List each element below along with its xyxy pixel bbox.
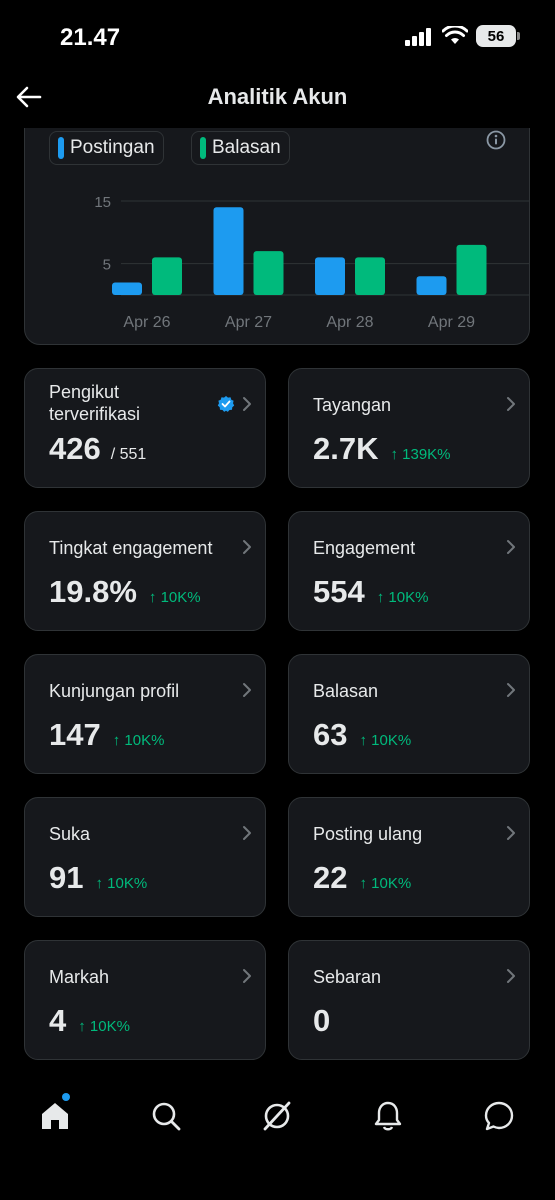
- chevron-right-icon: [243, 683, 251, 697]
- metric-value: 63: [313, 717, 348, 752]
- metric-change: ↑ 139K%: [390, 446, 451, 463]
- metric-label: Sebaran: [313, 967, 382, 987]
- metric-label: Tingkat engagement: [49, 538, 213, 558]
- metric-change: ↑ 10K%: [112, 732, 165, 749]
- chevron-right-icon: [243, 969, 251, 983]
- chevron-right-icon: [507, 397, 515, 411]
- metric-card[interactable]: Markah 4 ↑ 10K%: [24, 940, 266, 1060]
- y-tick-label: 15: [94, 194, 111, 211]
- metric-value-row: 554 ↑ 10K%: [313, 574, 428, 610]
- cellular-signal-icon: [405, 28, 431, 46]
- battery-indicator: 56: [476, 25, 520, 47]
- metric-total: / 551: [110, 446, 147, 463]
- metric-value-row: 22 ↑ 10K%: [313, 860, 411, 896]
- metric-value: 554: [313, 574, 365, 609]
- metric-label: Markah: [49, 967, 110, 987]
- metric-card[interactable]: Tingkat engagement 19.8% ↑ 10K%: [24, 511, 266, 631]
- metric-label: Balasan: [313, 681, 379, 701]
- metric-change: ↑ 10K%: [95, 875, 148, 892]
- chevron-right-icon: [507, 969, 515, 983]
- bar-balasan-0[interactable]: [152, 257, 182, 295]
- metric-value: 91: [49, 860, 84, 895]
- metric-value: 19.8%: [49, 574, 137, 609]
- y-tick-label: 5: [103, 257, 111, 274]
- metric-change: ↑ 10K%: [359, 875, 412, 892]
- notification-dot: [62, 1093, 70, 1101]
- bottom-nav: [0, 1085, 555, 1155]
- bar-chart: 15 5 Apr 26 Apr 27 Apr 28 Apr 29: [94, 194, 529, 331]
- page-title: Analitik Akun: [207, 84, 348, 109]
- metric-label: Posting ulang: [313, 824, 423, 844]
- metric-change: ↑ 10K%: [148, 589, 201, 606]
- metric-card[interactable]: Pengikut terverifikasi 426 / 551: [24, 368, 266, 488]
- chevron-right-icon: [243, 540, 251, 554]
- metric-card[interactable]: Engagement 554 ↑ 10K%: [288, 511, 530, 631]
- status-time: 21.47: [60, 24, 121, 51]
- bar-postingan-1[interactable]: [213, 207, 244, 295]
- chart-card: Postingan Balasan 15 5 Apr 26 Apr 27 Apr 28 A…: [24, 100, 530, 345]
- bar-balasan-2[interactable]: [355, 257, 385, 295]
- metric-label: Kunjungan profil: [49, 681, 180, 701]
- metric-value-row: 426 / 551: [49, 431, 146, 467]
- metric-value-row: 0: [313, 1003, 330, 1039]
- header: Analitik Akun: [0, 70, 555, 128]
- metric-value: 4: [49, 1003, 67, 1038]
- metric-value-row: 147 ↑ 10K%: [49, 717, 164, 753]
- metric-value-row: 4 ↑ 10K%: [49, 1003, 130, 1039]
- x-tick-label: Apr 29: [428, 314, 475, 331]
- metric-value: 426: [49, 431, 101, 466]
- metric-label: Pengikut terverifikasi: [49, 382, 141, 424]
- bar-postingan-2[interactable]: [315, 257, 345, 295]
- metric-value-row: 63 ↑ 10K%: [313, 717, 411, 753]
- messages-icon[interactable]: [482, 1099, 516, 1133]
- metric-value: 0: [313, 1003, 331, 1038]
- metric-change: ↑ 10K%: [78, 1018, 130, 1035]
- bar-postingan-0[interactable]: [112, 282, 142, 295]
- wifi-icon: [442, 26, 468, 44]
- metric-card[interactable]: Kunjungan profil 147 ↑ 10K%: [24, 654, 266, 774]
- metric-label: Engagement: [313, 538, 416, 558]
- metric-value: 2.7K: [313, 431, 379, 466]
- metric-label: Tayangan: [313, 395, 392, 415]
- metric-card[interactable]: Sebaran 0: [288, 940, 530, 1060]
- metric-card[interactable]: Balasan 63 ↑ 10K%: [288, 654, 530, 774]
- chevron-right-icon: [243, 826, 251, 840]
- metric-value-row: 2.7K ↑ 139K%: [313, 431, 451, 467]
- home-icon[interactable]: [38, 1099, 72, 1133]
- metric-change: ↑ 10K%: [376, 589, 429, 606]
- verified-badge-icon: [217, 396, 235, 412]
- metric-change: ↑ 10K%: [359, 732, 412, 749]
- chevron-right-icon: [507, 683, 515, 697]
- x-tick-label: Apr 26: [123, 314, 170, 331]
- chevron-right-icon: [507, 826, 515, 840]
- bar-balasan-3[interactable]: [456, 244, 487, 295]
- chevron-right-icon: [243, 397, 251, 411]
- search-icon[interactable]: [149, 1099, 183, 1133]
- chevron-right-icon: [507, 540, 515, 554]
- bar-postingan-3[interactable]: [416, 276, 447, 295]
- metric-value-row: 91 ↑ 10K%: [49, 860, 147, 896]
- metric-label: Suka: [49, 824, 91, 844]
- metric-value: 22: [313, 860, 348, 895]
- notifications-icon[interactable]: [371, 1099, 405, 1133]
- metric-value-row: 19.8% ↑ 10K%: [49, 574, 201, 610]
- metric-card[interactable]: Tayangan 2.7K ↑ 139K%: [288, 368, 530, 488]
- metric-card[interactable]: Suka 91 ↑ 10K%: [24, 797, 266, 917]
- metric-value: 147: [49, 717, 101, 752]
- bar-balasan-1[interactable]: [253, 251, 284, 295]
- metric-card[interactable]: Posting ulang 22 ↑ 10K%: [288, 797, 530, 917]
- status-bar: 21.47 56: [0, 0, 555, 70]
- x-tick-label: Apr 28: [326, 314, 373, 331]
- x-tick-label: Apr 27: [225, 314, 272, 331]
- grok-icon[interactable]: [260, 1099, 294, 1133]
